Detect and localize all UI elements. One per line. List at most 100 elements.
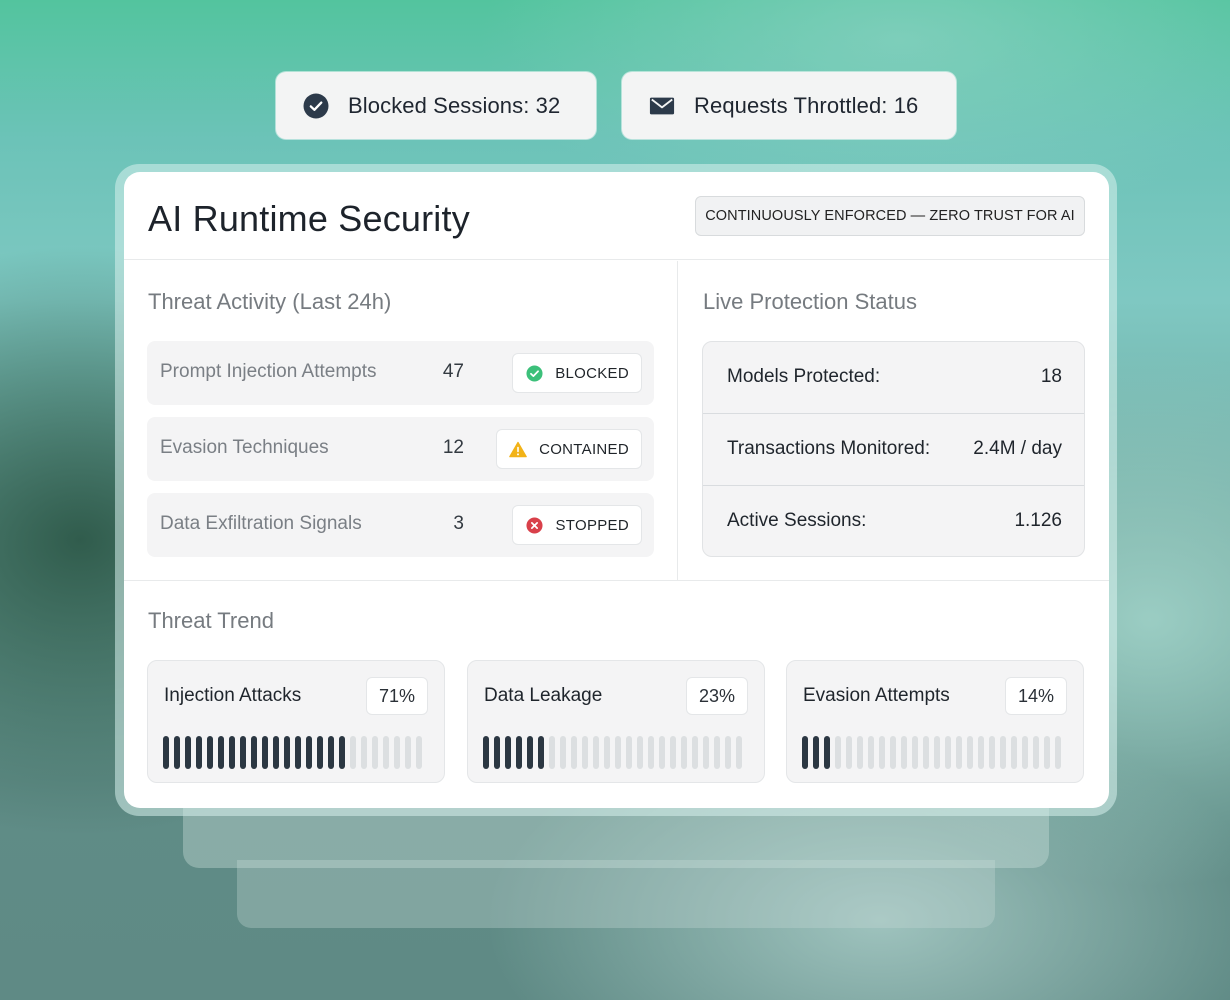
trend-segment-filled — [284, 736, 290, 769]
trend-segment-empty — [350, 736, 356, 769]
trend-label: Injection Attacks — [164, 685, 302, 706]
live-protection-panel: Models Protected: 18 Transactions Monito… — [702, 341, 1085, 557]
trend-segment-empty — [956, 736, 962, 769]
trend-segment-filled — [207, 736, 213, 769]
trend-segment-filled — [163, 736, 169, 769]
check-circle-icon — [525, 364, 543, 382]
trend-segment-empty — [593, 736, 599, 769]
trend-bar-meter — [483, 736, 742, 769]
trend-segment-empty — [714, 736, 720, 769]
live-value: 1.126 — [1014, 510, 1062, 531]
trend-segment-filled — [218, 736, 224, 769]
trend-segment-filled — [262, 736, 268, 769]
threat-label: Data Exfiltration Signals — [160, 513, 362, 534]
trend-segment-filled — [538, 736, 544, 769]
trend-segment-empty — [736, 736, 742, 769]
trend-percent: 23% — [685, 677, 748, 715]
trend-segment-filled — [802, 736, 808, 769]
threat-count: 47 — [442, 361, 464, 382]
trend-segment-empty — [868, 736, 874, 769]
trend-segment-empty — [394, 736, 400, 769]
trend-segment-empty — [361, 736, 367, 769]
trend-segment-filled — [328, 736, 334, 769]
trend-segment-empty — [934, 736, 940, 769]
trend-segment-filled — [174, 736, 180, 769]
trend-segment-empty — [703, 736, 709, 769]
trend-segment-filled — [251, 736, 257, 769]
trend-segment-empty — [582, 736, 588, 769]
trend-segment-empty — [923, 736, 929, 769]
live-label: Active Sessions: — [727, 510, 867, 531]
threat-label: Evasion Techniques — [160, 437, 329, 458]
card-header: AI Runtime Security CONTINUOUSLY ENFORCE… — [124, 172, 1109, 260]
trend-segment-empty — [945, 736, 951, 769]
status-badge-stopped: STOPPED — [512, 505, 642, 545]
trend-segment-empty — [560, 736, 566, 769]
trend-segment-filled — [527, 736, 533, 769]
trend-segment-empty — [1011, 736, 1017, 769]
card-middle-section: Threat Activity (Last 24h) Prompt Inject… — [124, 261, 1109, 581]
trend-segment-empty — [549, 736, 555, 769]
check-circle-icon — [303, 93, 329, 119]
threat-trend-title: Threat Trend — [148, 608, 274, 633]
live-label: Models Protected: — [727, 366, 881, 387]
trend-segment-empty — [637, 736, 643, 769]
trend-label: Evasion Attempts — [803, 685, 950, 706]
threat-count: 12 — [442, 437, 464, 458]
status-badge-contained: CONTAINED — [496, 429, 642, 469]
trend-segment-empty — [670, 736, 676, 769]
trend-label: Data Leakage — [484, 685, 603, 706]
trend-card-evasion[interactable]: Evasion Attempts 14% — [786, 660, 1084, 783]
warning-icon — [509, 440, 527, 458]
trend-segment-empty — [857, 736, 863, 769]
trend-segment-empty — [659, 736, 665, 769]
trend-segment-filled — [196, 736, 202, 769]
trend-segment-empty — [1022, 736, 1028, 769]
trend-segment-empty — [901, 736, 907, 769]
x-circle-icon — [525, 516, 543, 534]
trend-segment-filled — [483, 736, 489, 769]
trend-segment-empty — [1055, 736, 1061, 769]
live-value: 18 — [1040, 366, 1062, 387]
trend-segment-filled — [339, 736, 345, 769]
trend-segment-empty — [967, 736, 973, 769]
trend-card-leakage[interactable]: Data Leakage 23% — [467, 660, 765, 783]
trend-segment-empty — [372, 736, 378, 769]
trend-segment-empty — [989, 736, 995, 769]
trend-segment-filled — [306, 736, 312, 769]
trend-bar-meter — [802, 736, 1061, 769]
enforcement-badge: CONTINUOUSLY ENFORCED — ZERO TRUST FOR A… — [695, 196, 1085, 236]
threat-row[interactable]: Data Exfiltration Signals 3 STOPPED — [147, 493, 654, 557]
status-label: STOPPED — [555, 516, 629, 534]
trend-segment-empty — [383, 736, 389, 769]
trend-segment-empty — [1044, 736, 1050, 769]
trend-segment-empty — [835, 736, 841, 769]
trend-segment-empty — [604, 736, 610, 769]
status-label: BLOCKED — [555, 364, 629, 382]
threat-row[interactable]: Evasion Techniques 12 CONTAINED — [147, 417, 654, 481]
threat-row[interactable]: Prompt Injection Attempts 47 BLOCKED — [147, 341, 654, 405]
trend-percent: 14% — [1004, 677, 1067, 715]
live-row-transactions: Transactions Monitored: 2.4M / day — [703, 414, 1084, 486]
trend-segment-filled — [813, 736, 819, 769]
trend-segment-filled — [516, 736, 522, 769]
trend-segment-empty — [846, 736, 852, 769]
trend-segment-empty — [879, 736, 885, 769]
live-label: Transactions Monitored: — [727, 438, 931, 459]
trend-segment-empty — [1033, 736, 1039, 769]
blocked-sessions-label: Blocked Sessions: 32 — [348, 92, 561, 118]
trend-segment-empty — [648, 736, 654, 769]
stacked-card-back-2 — [237, 860, 995, 928]
section-divider — [677, 261, 678, 581]
trend-segment-empty — [1000, 736, 1006, 769]
blocked-sessions-pill: Blocked Sessions: 32 — [276, 72, 596, 139]
trend-segment-empty — [416, 736, 422, 769]
trend-percent: 71% — [365, 677, 428, 715]
trend-segment-empty — [571, 736, 577, 769]
trend-card-injection[interactable]: Injection Attacks 71% — [147, 660, 445, 783]
live-row-models: Models Protected: 18 — [703, 342, 1084, 414]
threat-count: 3 — [453, 513, 464, 534]
trend-bar-meter — [163, 736, 422, 769]
requests-throttled-label: Requests Throttled: 16 — [694, 92, 919, 118]
trend-segment-filled — [824, 736, 830, 769]
